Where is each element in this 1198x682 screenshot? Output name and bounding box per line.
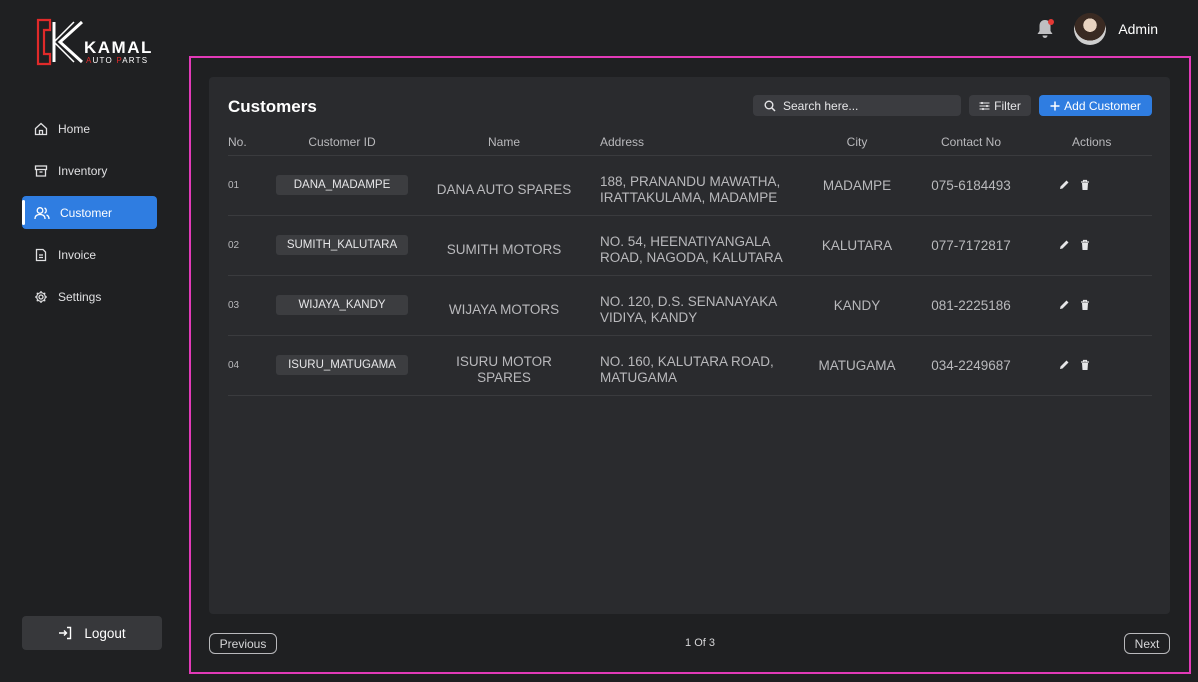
users-icon: [34, 206, 50, 219]
search-input[interactable]: [783, 98, 953, 113]
sidebar-item-invoice[interactable]: Invoice: [22, 238, 157, 271]
customers-card: Customers Filter Add Customer No. Custom…: [209, 77, 1170, 614]
plus-icon: [1050, 101, 1060, 110]
logout-label: Logout: [84, 625, 126, 641]
logout-button[interactable]: Logout: [22, 616, 162, 650]
customer-city: KANDY: [833, 298, 881, 313]
row-number: 04: [228, 360, 240, 371]
user-name[interactable]: Admin: [1118, 21, 1158, 37]
column-header-name: Name: [487, 135, 520, 149]
edit-icon[interactable]: [1058, 299, 1070, 311]
customer-contact: 075-6184493: [931, 178, 1011, 193]
avatar[interactable]: [1074, 13, 1107, 45]
edit-icon[interactable]: [1058, 239, 1070, 251]
gear-icon: [35, 290, 47, 303]
row-actions: [1058, 299, 1091, 311]
edit-icon[interactable]: [1058, 179, 1070, 191]
customer-id-chip: WIJAYA_KANDY: [276, 295, 408, 315]
column-header-address: Address: [600, 135, 645, 149]
page-indicator: 1 Of 3: [685, 637, 715, 649]
customer-contact: 034-2249687: [931, 358, 1011, 373]
row-actions: [1058, 359, 1091, 371]
row-actions: [1058, 239, 1091, 251]
table-header: No. Customer ID Name Address City Contac…: [228, 132, 1152, 156]
trash-icon[interactable]: [1079, 299, 1091, 311]
customer-name: WIJAYA MOTORS: [448, 302, 560, 317]
home-icon: [34, 122, 48, 135]
customer-address: NO. 160, KALUTARA ROAD, MATUGAMA: [600, 354, 774, 385]
column-header-contact: Contact No: [940, 135, 1002, 149]
customer-name: DANA AUTO SPARES: [436, 182, 572, 197]
search-icon: [764, 100, 776, 112]
sidebar-item-settings[interactable]: Settings: [22, 280, 157, 313]
customer-id-chip: DANA_MADAMPE: [276, 175, 408, 195]
sidebar-item-label: Home: [58, 121, 91, 136]
row-number: 01: [228, 180, 240, 191]
trash-icon[interactable]: [1079, 239, 1091, 251]
table-row: 04 ISURU_MATUGAMA ISURU MOTOR SPARES NO.…: [228, 336, 1152, 396]
table-row: 03 WIJAYA_KANDY WIJAYA MOTORS NO. 120, D…: [228, 276, 1152, 336]
brand-subtitle: AUTO PARTS: [86, 56, 149, 65]
trash-icon[interactable]: [1079, 179, 1091, 191]
add-customer-label: Add Customer: [1064, 98, 1141, 113]
filter-label: Filter: [994, 98, 1021, 113]
table-row: 02 SUMITH_KALUTARA SUMITH MOTORS NO. 54,…: [228, 216, 1152, 276]
column-header-city: City: [846, 135, 868, 149]
sidebar-item-label: Inventory: [58, 163, 108, 178]
customer-city: MATUGAMA: [818, 358, 896, 373]
brand-k-icon: [36, 18, 84, 66]
inventory-icon: [34, 164, 48, 177]
logout-icon: [59, 626, 72, 640]
row-actions: [1058, 179, 1091, 191]
column-header-customer-id: Customer ID: [308, 135, 376, 149]
sidebar-item-label: Invoice: [58, 247, 97, 262]
filter-button[interactable]: Filter: [969, 95, 1031, 116]
table-row: 01 DANA_MADAMPE DANA AUTO SPARES 188, PR…: [228, 156, 1152, 216]
sidebar-item-home[interactable]: Home: [22, 112, 157, 145]
customer-id-chip: SUMITH_KALUTARA: [276, 235, 408, 255]
next-page-button[interactable]: Next: [1124, 633, 1170, 654]
column-header-no: No.: [228, 135, 247, 149]
sidebar-nav: Home Inventory Customer Invoice Settings: [22, 112, 157, 322]
customer-name: ISURU MOTOR SPARES: [456, 354, 552, 385]
brand-logo: KAMAL AUTO PARTS: [36, 18, 156, 66]
sliders-icon: [979, 101, 990, 110]
customer-city: MADAMPE: [822, 178, 892, 193]
customer-name: SUMITH MOTORS: [446, 242, 562, 257]
sidebar-item-inventory[interactable]: Inventory: [22, 154, 157, 187]
row-number: 02: [228, 240, 240, 251]
trash-icon[interactable]: [1079, 359, 1091, 371]
customer-city: KALUTARA: [821, 238, 893, 253]
column-header-actions: Actions: [1072, 135, 1112, 149]
customer-address: 188, PRANANDU MAWATHA, IRATTAKULAMA, MAD…: [600, 174, 781, 205]
customer-contact: 077-7172817: [931, 238, 1011, 253]
add-customer-button[interactable]: Add Customer: [1039, 95, 1152, 116]
edit-icon[interactable]: [1058, 359, 1070, 371]
customer-address: NO. 120, D.S. SENANAYAKA VIDIYA, KANDY: [600, 294, 778, 325]
topbar: Admin: [1034, 12, 1158, 46]
page-title: Customers: [228, 97, 317, 116]
sidebar-item-label: Settings: [58, 289, 102, 304]
sidebar-item-label: Customer: [60, 205, 113, 220]
customer-id-chip: ISURU_MATUGAMA: [276, 355, 408, 375]
row-number: 03: [228, 300, 240, 311]
sidebar-item-customer[interactable]: Customer: [22, 196, 157, 229]
search-box[interactable]: [753, 95, 961, 116]
previous-page-button[interactable]: Previous: [209, 633, 277, 654]
invoice-icon: [35, 248, 47, 261]
brand-name: KAMAL: [84, 38, 153, 57]
customer-contact: 081-2225186: [931, 298, 1011, 313]
customer-address: NO. 54, HEENATIYANGALA ROAD, NAGODA, KAL…: [600, 234, 783, 265]
notification-button[interactable]: [1034, 18, 1056, 40]
